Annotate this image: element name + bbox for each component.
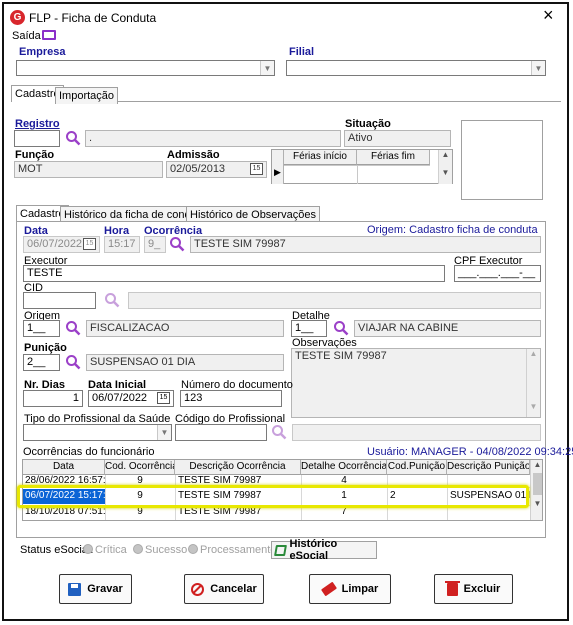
- filial-label: Filial: [289, 46, 315, 58]
- ferias-inicio-header: Férias início: [284, 150, 357, 165]
- historico-esocial-button[interactable]: Histórico eSocial: [271, 538, 377, 562]
- ferias-scrollbar[interactable]: ▲ ▼: [438, 150, 452, 184]
- observacoes-scrollbar[interactable]: ▲ ▼: [526, 349, 540, 417]
- chevron-down-icon[interactable]: ▼: [157, 425, 171, 440]
- header-cod-ocorrencia[interactable]: Cod. Ocorrência: [105, 460, 175, 475]
- calendar-icon[interactable]: 15: [157, 392, 170, 404]
- cod-prof-input[interactable]: [175, 424, 267, 441]
- search-icon[interactable]: [271, 424, 287, 440]
- ocorrencia-desc: TESTE SIM 79987: [190, 236, 541, 253]
- executor-input[interactable]: TESTE: [23, 265, 445, 282]
- selected-row-highlight: [17, 485, 529, 508]
- grid-title: Ocorrências do funcionário: [23, 446, 155, 458]
- registro-input[interactable]: [14, 130, 60, 147]
- ferias-grid: ▶ Férias início Férias fim ▲ ▼: [271, 149, 453, 184]
- excluir-button[interactable]: Excluir: [434, 574, 513, 604]
- limpar-button[interactable]: Limpar: [309, 574, 391, 604]
- num-doc-input[interactable]: 123: [180, 390, 282, 407]
- origem-code[interactable]: 1__: [23, 320, 60, 337]
- cancelar-button[interactable]: Cancelar: [184, 574, 264, 604]
- eraser-icon: [320, 581, 337, 597]
- search-icon[interactable]: [65, 130, 81, 146]
- radio-icon[interactable]: [83, 544, 93, 554]
- header-desc-punicao[interactable]: Descrição Punição: [447, 460, 530, 475]
- registro-label: Registro: [15, 118, 60, 130]
- cid-input[interactable]: [23, 292, 96, 309]
- app-logo-icon: G: [10, 10, 25, 25]
- data-input[interactable]: 06/07/2022 15: [23, 236, 100, 253]
- punicao-desc: SUSPENSAO 01 DIA: [86, 354, 284, 371]
- chevron-down-icon[interactable]: ▼: [260, 61, 274, 75]
- admissao-value: 02/05/2013 15: [166, 161, 267, 178]
- nr-dias-input[interactable]: 1: [23, 390, 83, 407]
- window-title: FLP - Ficha de Conduta: [29, 11, 157, 25]
- cid-desc: [128, 292, 541, 309]
- filial-select[interactable]: ▼: [286, 60, 546, 76]
- header-cod-punicao[interactable]: Cod.Punição: [387, 460, 447, 475]
- origem-desc: FISCALIZACAO: [86, 320, 284, 337]
- search-icon[interactable]: [169, 236, 185, 252]
- tipo-prof-select[interactable]: ▼: [23, 424, 172, 441]
- chevron-down-icon[interactable]: ▼: [531, 61, 545, 75]
- close-icon[interactable]: ×: [543, 5, 554, 25]
- cpf-input[interactable]: ___.___.___-__: [454, 265, 541, 282]
- menu-saida[interactable]: Saída: [12, 30, 41, 42]
- status-processamento[interactable]: Processamento: [188, 544, 276, 556]
- funcao-label: Função: [15, 149, 55, 161]
- funcao-value: MOT: [14, 161, 163, 178]
- empresa-label: Empresa: [19, 46, 66, 58]
- admissao-label: Admissão: [167, 149, 220, 161]
- radio-icon[interactable]: [188, 544, 198, 554]
- search-icon[interactable]: [104, 292, 120, 308]
- photo-box: [461, 120, 543, 200]
- grid-usuario: Usuário: MANAGER - 04/08/2022 09:34:25: [367, 446, 573, 458]
- grid-scrollbar[interactable]: ▲ ▼: [530, 460, 542, 520]
- save-icon: [68, 582, 82, 596]
- data-inicial-input[interactable]: 06/07/2022 15: [88, 390, 174, 407]
- cancel-icon: [191, 582, 205, 596]
- tab-importacao[interactable]: Importação: [55, 87, 119, 104]
- situacao-value: Ativo: [344, 130, 451, 147]
- detalhe-code[interactable]: 1__: [291, 320, 327, 337]
- registro-name: .: [85, 130, 341, 147]
- trash-icon: [444, 580, 460, 596]
- status-critica[interactable]: Crítica: [83, 544, 127, 556]
- observacoes-textarea[interactable]: TESTE SIM 79987 ▲ ▼: [291, 348, 541, 418]
- radio-icon[interactable]: [133, 544, 143, 554]
- situacao-label: Situação: [345, 118, 391, 130]
- detalhe-desc: VIAJAR NA CABINE: [354, 320, 541, 337]
- status-sucesso[interactable]: Sucesso: [133, 544, 187, 556]
- header-detalhe[interactable]: Detalhe Ocorrência: [301, 460, 387, 475]
- calendar-icon[interactable]: 15: [83, 238, 96, 250]
- monitor-icon[interactable]: [42, 30, 56, 40]
- cod-prof-desc: [292, 424, 541, 441]
- calendar-icon[interactable]: 15: [250, 163, 263, 175]
- gravar-button[interactable]: Gravar: [59, 574, 132, 604]
- origem-cadastro-text: Origem: Cadastro ficha de conduta: [367, 224, 538, 236]
- punicao-code[interactable]: 2__: [23, 354, 60, 371]
- search-icon[interactable]: [65, 354, 81, 370]
- punicao-label: Punição: [24, 342, 67, 354]
- book-icon: [274, 544, 287, 556]
- header-desc-ocorrencia[interactable]: Descrição Ocorrência: [175, 460, 301, 475]
- ferias-fim-header: Férias fim: [357, 150, 430, 165]
- search-icon[interactable]: [65, 320, 81, 336]
- header-data[interactable]: Data: [23, 460, 105, 475]
- empresa-select[interactable]: ▼: [16, 60, 275, 76]
- ocorrencia-code[interactable]: 9_: [144, 236, 166, 253]
- search-icon[interactable]: [333, 320, 349, 336]
- hora-input[interactable]: 15:17: [104, 236, 140, 253]
- row-indicator-icon: ▶: [274, 167, 281, 177]
